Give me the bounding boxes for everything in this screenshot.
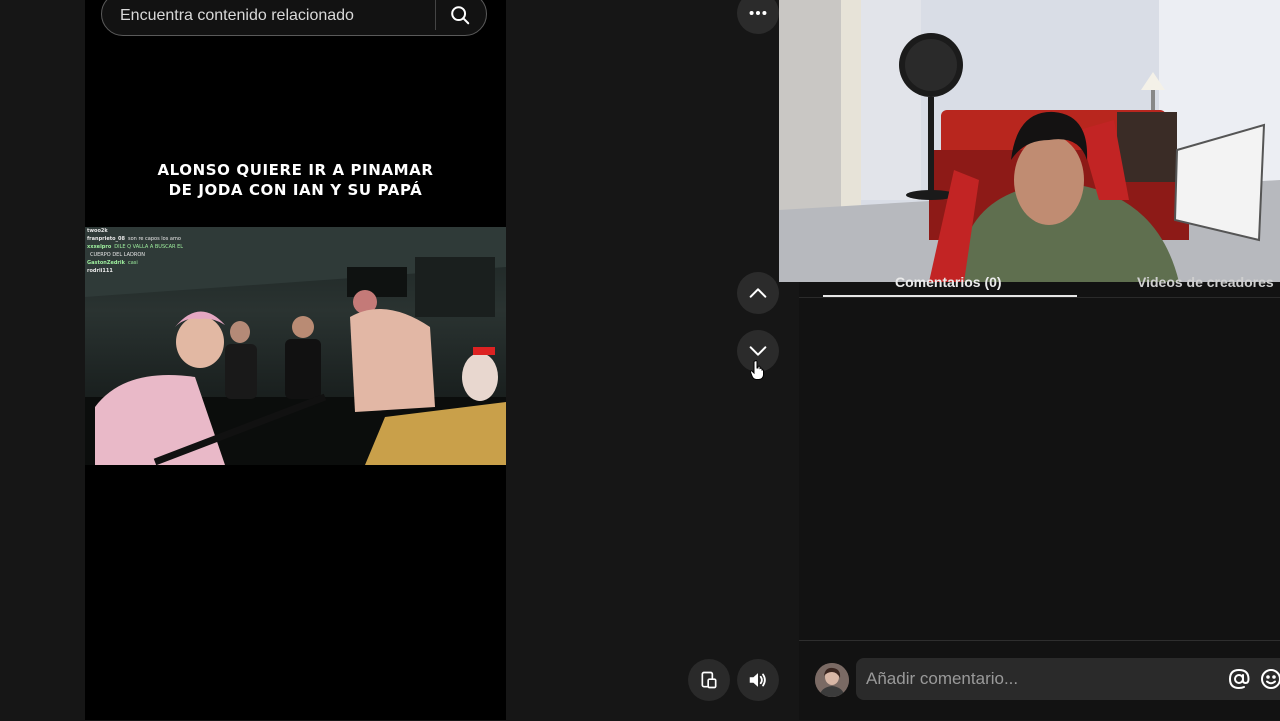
comment-input-wrapper: [856, 658, 1280, 700]
hand-cursor-icon: [749, 360, 764, 385]
mention-button[interactable]: [1226, 666, 1252, 692]
chat-text: casi: [127, 260, 138, 266]
chat-line: GastonZedrik casi: [87, 259, 247, 267]
volume-icon: [749, 673, 766, 687]
search-button[interactable]: [442, 0, 478, 31]
search-divider: [435, 0, 436, 30]
search-icon: [451, 6, 470, 25]
chat-text: son re capos los amo: [128, 236, 181, 242]
tab-comments[interactable]: Comentarios (0): [895, 274, 1002, 290]
caption-line: ALONSO QUIERE IR A PINAMAR: [157, 161, 434, 179]
stream-chat-overlay: twoo2k franprieto_08 son re capos los amo…: [87, 227, 247, 275]
video-caption: ALONSO QUIERE IR A PINAMAR DE JODA CON I…: [85, 160, 506, 200]
emoji-icon: [1261, 669, 1280, 689]
comments-panel: Comentarios (0) Videos de creadores: [799, 274, 1280, 721]
tab-separator: [799, 297, 1280, 298]
more-options-button[interactable]: [737, 0, 779, 34]
chat-line: franprieto_08 son re capos los amo: [87, 235, 247, 243]
chat-line: rodrii111: [87, 267, 247, 275]
chat-user: franprieto_08: [87, 236, 126, 242]
emoji-button[interactable]: [1258, 666, 1280, 692]
caption-line: DE JODA CON IAN Y SU PAPÁ: [168, 181, 423, 199]
chat-line: CUERPO DEL LADRON: [87, 251, 247, 259]
picture-in-picture-icon: [701, 671, 717, 689]
chat-user: rodrii111: [87, 268, 113, 274]
previous-video-button[interactable]: [737, 272, 779, 314]
picture-in-picture-button[interactable]: [688, 659, 730, 701]
chat-line: twoo2k: [87, 227, 247, 235]
chevron-up-icon: [749, 288, 767, 298]
video-player[interactable]: twoo2k franprieto_08 son re capos los amo…: [85, 227, 506, 465]
comment-composer: [799, 640, 1280, 721]
at-sign-icon: [1228, 668, 1250, 690]
chat-text: DILE Q VALLA A BUSCAR EL: [114, 244, 184, 250]
chat-user: twoo2k: [87, 228, 108, 234]
webcam-overlay: [779, 0, 1280, 282]
chat-line: xxxelpro DILE Q VALLA A BUSCAR EL: [87, 243, 247, 251]
more-horizontal-icon: [749, 10, 767, 16]
volume-button[interactable]: [737, 659, 779, 701]
comment-input[interactable]: [864, 666, 1208, 692]
chat-user: GastonZedrik: [87, 260, 125, 266]
active-tab-indicator: [823, 295, 1077, 297]
webcam-scene: [779, 0, 1280, 282]
chevron-down-icon: [749, 346, 767, 356]
search-input[interactable]: [118, 3, 422, 29]
chat-text: CUERPO DEL LADRON: [90, 252, 146, 258]
search-bar: [101, 0, 487, 36]
tab-creator-videos[interactable]: Videos de creadores: [1137, 274, 1274, 290]
chat-user: xxxelpro: [87, 244, 112, 250]
avatar: [815, 663, 849, 697]
